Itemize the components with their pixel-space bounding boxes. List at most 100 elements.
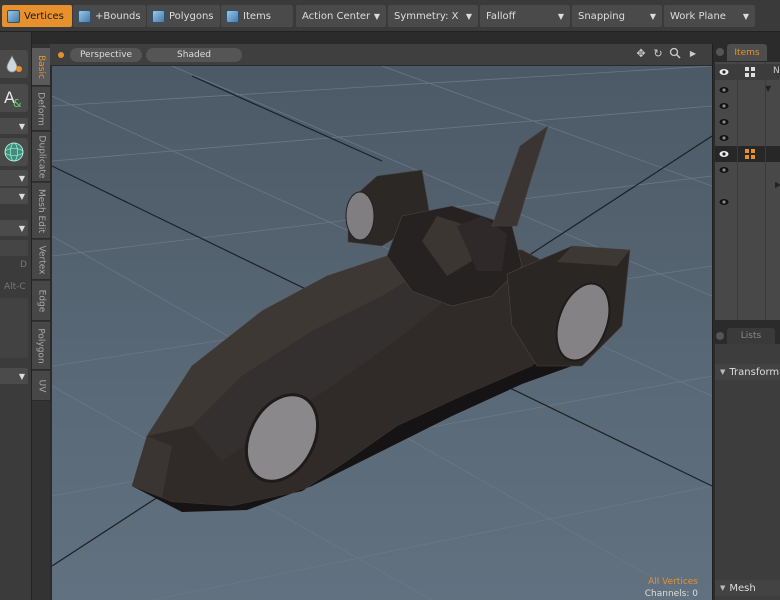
chevron-down-icon: ▼ [18,191,25,201]
tab-uv[interactable]: UV [32,371,50,401]
channels-info: Channels: 0 [644,589,698,599]
action-center-dropdown[interactable]: Action Center ▼ [296,5,386,27]
symmetry-dropdown[interactable]: Symmetry: X ▼ [388,5,478,27]
section-label: Transform [729,366,780,378]
tab-label: Polygon [36,327,46,364]
shading-label: Shaded [177,50,211,60]
tool-option-dropdown[interactable]: ▼ [0,118,28,134]
tab-basic[interactable]: Basic [32,48,50,86]
mesh-section[interactable]: ▼ Mesh [715,580,780,596]
tab-items[interactable]: Items [727,44,767,61]
tab-vertex[interactable]: Vertex [32,240,50,280]
eye-icon[interactable] [719,197,729,207]
items-mode-icon [226,9,239,23]
chevron-down-icon: ▼ [18,121,25,131]
pan-icon[interactable]: ✥ [634,47,648,61]
car-model [131,125,631,512]
svg-text:&: & [13,97,22,109]
droplet-icon [6,55,22,73]
shading-mode-button[interactable]: Shaded [146,48,242,62]
bounds-mode-icon [78,9,91,23]
viewport-more-icon[interactable]: ▶ [686,47,700,61]
vertices-mode-label: Vertices [24,10,64,22]
vertices-mode-icon [7,9,20,23]
list-item[interactable] [715,98,780,114]
3d-viewport[interactable]: All Vertices Channels: 0 [52,66,712,600]
shortcut-label: D [20,260,27,270]
bounds-mode-button[interactable]: +Bounds [73,5,146,27]
viewport-info: All Vertices Channels: 0 [645,576,698,600]
eye-icon[interactable] [719,149,729,159]
tab-label: Deform [36,91,47,126]
eye-icon[interactable] [719,117,729,127]
right-panel: Items N ▼ ▶ Lists ▼ Transform ▼ Mesh [712,44,780,600]
tool-option-dropdown[interactable]: ▼ [0,188,28,204]
falloff-dropdown[interactable]: Falloff ▼ [480,5,570,27]
items-mode-button[interactable]: Items [221,5,293,27]
tab-label: Duplicate [36,135,47,178]
expand-triangle-icon: ▼ [720,368,726,376]
eye-icon[interactable] [719,165,729,175]
panel-menu-dot[interactable] [716,332,724,340]
list-item[interactable]: ▼ [715,82,780,98]
tab-label: UV [36,379,46,392]
viewport-menu-dot[interactable] [58,52,64,58]
vertices-mode-button[interactable]: Vertices [2,5,72,27]
tab-edge[interactable]: Edge [32,281,50,321]
selection-info: All Vertices [648,577,698,587]
tab-label: Mesh Edit [36,188,46,233]
zoom-icon[interactable] [668,47,682,61]
rotate-icon[interactable]: ↻ [651,47,665,61]
list-item-selected[interactable] [715,146,780,162]
symmetry-label: Symmetry: X [394,10,459,22]
render-icon[interactable] [745,149,755,159]
name-column-header: N [773,66,780,76]
chevron-down-icon: ▼ [18,173,25,183]
sphere-tool-button[interactable] [0,138,28,166]
work-plane-label: Work Plane [670,10,726,22]
tab-deform[interactable]: Deform [32,87,50,131]
list-item[interactable] [715,130,780,146]
list-item[interactable]: ▶ [715,178,780,194]
tab-mesh-edit[interactable]: Mesh Edit [32,183,50,239]
render-icon [745,67,755,77]
chevron-down-icon: ▼ [649,11,656,21]
polygons-mode-icon [152,9,165,23]
shortcut-label: Alt-C [4,282,26,292]
snapping-dropdown[interactable]: Snapping ▼ [572,5,662,27]
text-tool-button[interactable]: A & [0,84,28,112]
chevron-down-icon: ▼ [465,11,472,21]
tab-lists[interactable]: Lists [727,328,775,344]
tool-option-dropdown[interactable]: ▼ [0,170,28,186]
panel-menu-dot[interactable] [716,48,724,56]
eye-icon[interactable] [719,101,729,111]
action-center-label: Action Center [302,10,371,22]
properties-panel: ▼ Transform ▼ Mesh [715,344,780,600]
chevron-down-icon: ▼ [18,223,25,233]
view-mode-label: Perspective [79,50,133,60]
vertical-tool-tabs: Basic Deform Duplicate Mesh Edit Vertex … [32,44,50,600]
tab-label: Vertex [36,245,46,274]
list-item[interactable] [715,162,780,178]
items-mode-label: Items [243,10,271,22]
tool-option-dropdown[interactable]: ▼ [0,368,28,384]
expand-triangle-icon[interactable]: ▶ [775,180,780,189]
work-plane-dropdown[interactable]: Work Plane ▼ [664,5,755,27]
polygons-mode-button[interactable]: Polygons [147,5,220,27]
chevron-down-icon: ▼ [18,371,25,381]
tool-option-dropdown[interactable]: ▼ [0,220,28,236]
transform-section[interactable]: ▼ Transform [715,364,780,380]
eye-icon[interactable] [719,133,729,143]
tool-option-field[interactable] [0,240,28,256]
tab-duplicate[interactable]: Duplicate [32,132,50,182]
main-toolbar: Vertices +Bounds Polygons Items Action C… [0,0,780,32]
list-item[interactable] [715,194,780,210]
chevron-down-icon: ▼ [373,11,380,21]
eye-icon[interactable] [719,67,729,77]
paint-tool-button[interactable] [0,50,28,78]
list-item[interactable] [715,114,780,130]
tab-polygon[interactable]: Polygon [32,322,50,370]
view-mode-button[interactable]: Perspective [70,48,142,62]
eye-icon[interactable] [719,85,729,95]
polygons-mode-label: Polygons [169,10,214,22]
